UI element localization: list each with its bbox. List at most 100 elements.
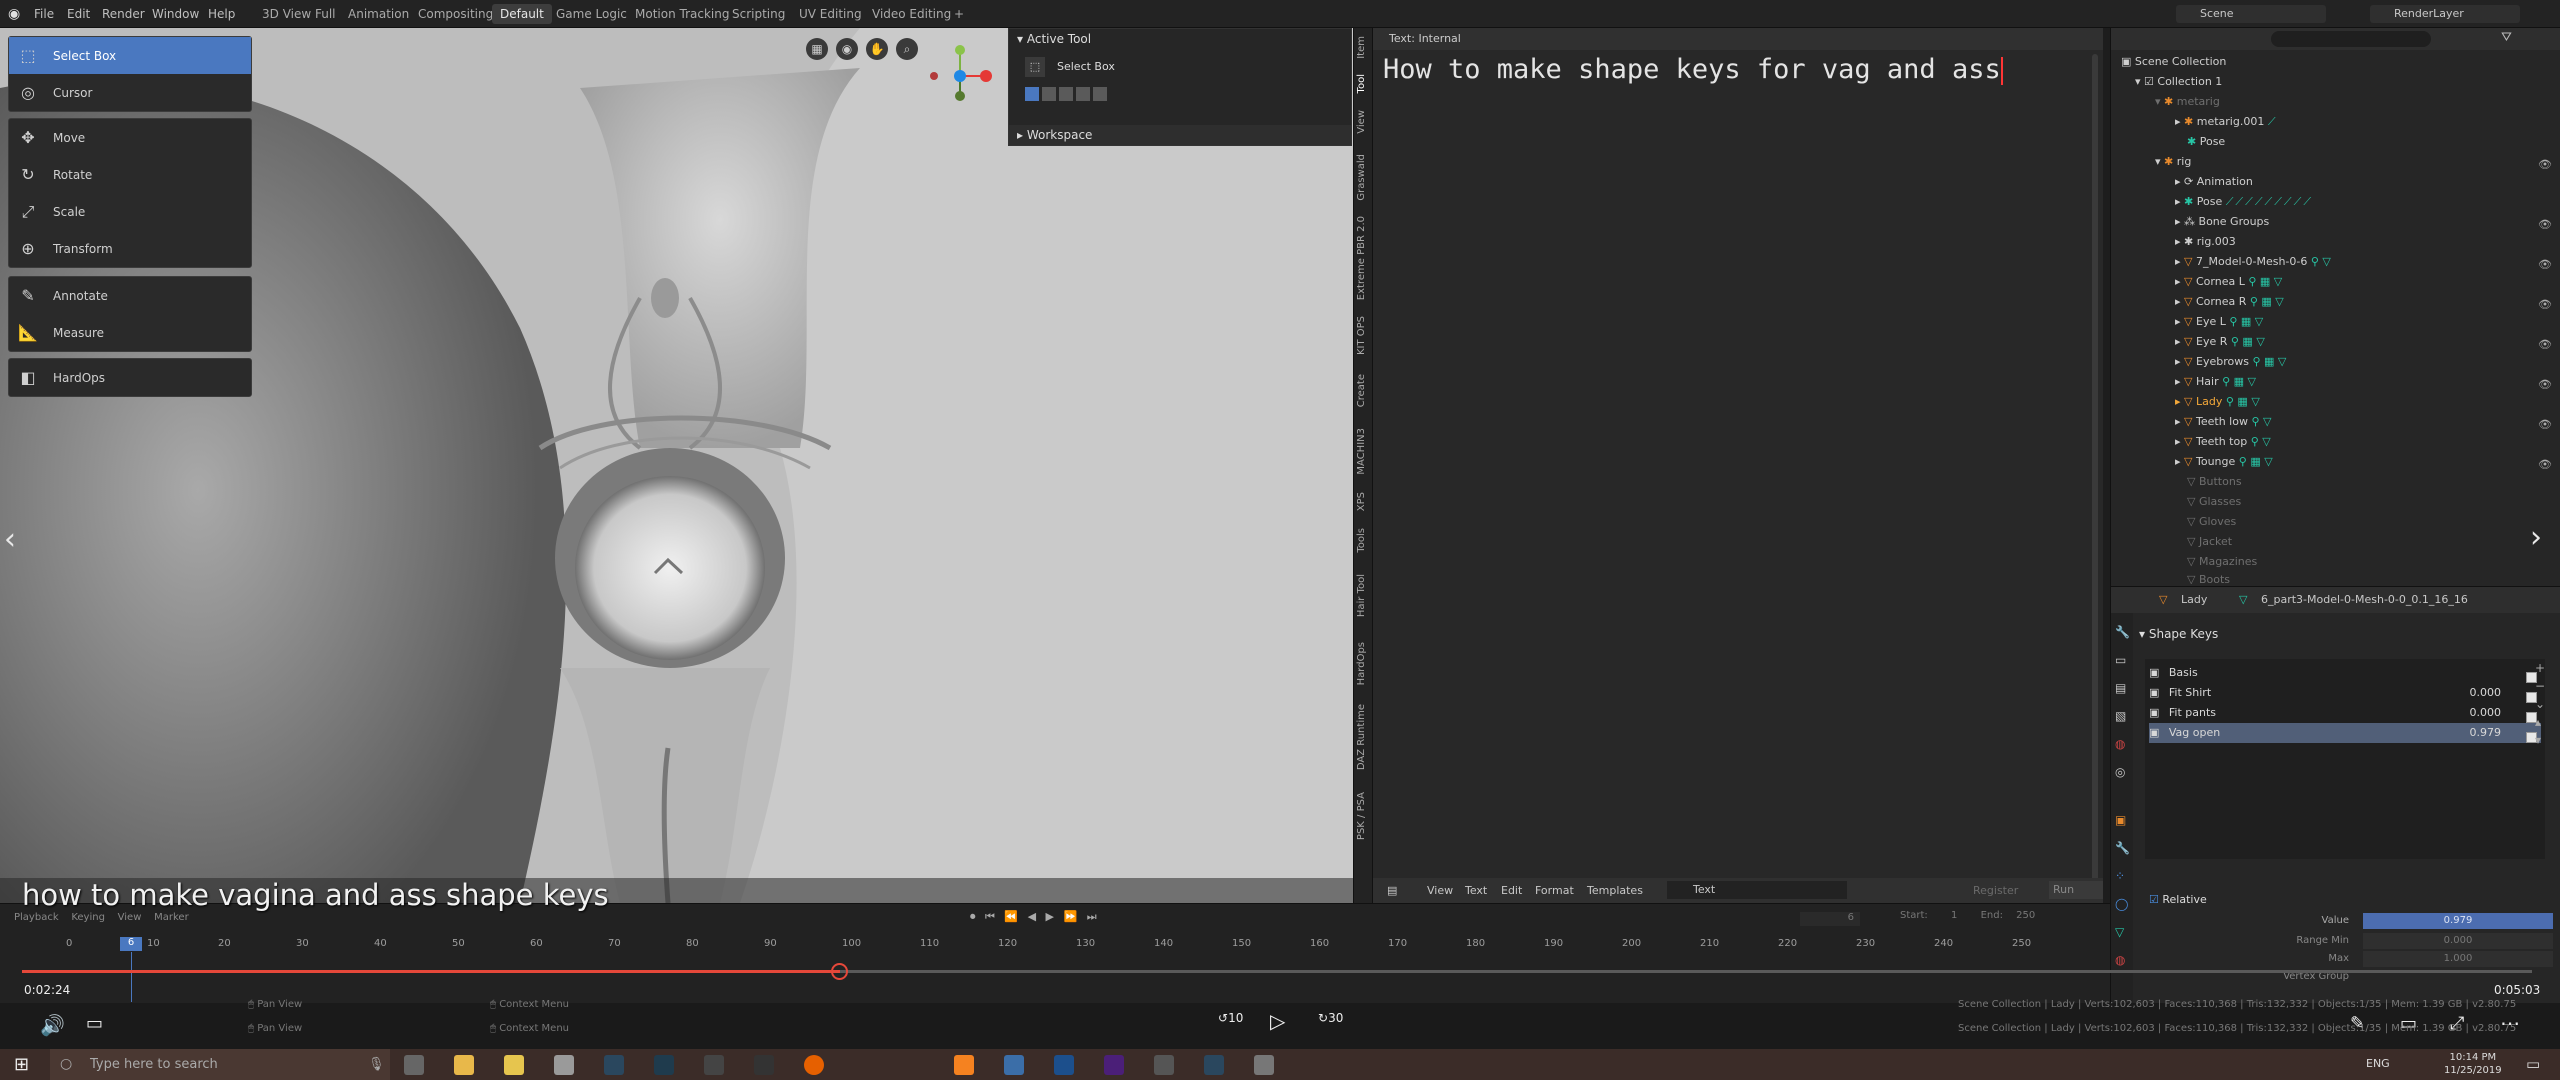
tab-xps[interactable]: XPS <box>1356 492 1372 511</box>
active-tool-header[interactable]: ▾ Active Tool <box>1017 32 1091 46</box>
menu-render[interactable]: Render <box>102 0 145 28</box>
scene-tab-icon[interactable]: ◍ <box>2115 737 2125 751</box>
outliner-row[interactable]: ▸ ▽ Teeth low ⚲ ▽ <box>2175 412 2271 432</box>
menu-keying[interactable]: Keying <box>71 912 105 923</box>
add-shape-key-button[interactable]: + <box>2535 659 2545 677</box>
value-slider[interactable]: 0.979 <box>2363 913 2553 929</box>
axis-gizmo-icon[interactable] <box>920 34 1000 114</box>
outliner-row[interactable]: ▸ ▽ 7_Model-0-Mesh-0-6 ⚲ ▽ <box>2175 252 2331 272</box>
outliner-row-active[interactable]: ▸ ▽ Lady ⚲ ▦ ▽ <box>2175 392 2260 412</box>
outliner-row[interactable]: ▸ ▽ Hair ⚲ ▦ ▽ <box>2175 372 2256 392</box>
register-checkbox[interactable]: Register <box>1973 878 2018 903</box>
move-up-icon[interactable]: ▴ <box>2535 713 2545 731</box>
task-view-icon[interactable] <box>404 1055 424 1075</box>
tool-annotate[interactable]: ✎ Annotate <box>9 277 251 314</box>
outliner-row[interactable]: ▽ Glasses <box>2187 492 2241 512</box>
workspace-tab-active[interactable]: Default <box>492 4 552 24</box>
menu-marker[interactable]: Marker <box>154 912 189 923</box>
outliner-row[interactable]: ▽ Boots <box>2187 570 2230 584</box>
zoom-icon[interactable]: ⌕ <box>896 38 918 60</box>
remove-shape-key-button[interactable]: − <box>2535 677 2545 695</box>
outliner-row[interactable]: ▾ ✱ metarig <box>2155 92 2220 112</box>
visibility-eye-icon[interactable]: 👁 <box>2538 418 2552 431</box>
start-frame-field[interactable]: 1 <box>1951 910 1957 921</box>
windows-start-icon[interactable]: ⊞ <box>14 1054 29 1075</box>
data-tab-icon[interactable]: ▽ <box>2115 925 2124 939</box>
max-field[interactable]: 1.000 <box>2363 951 2553 967</box>
visibility-eye-icon[interactable]: 👁 <box>2538 378 2552 391</box>
blender-taskbar-icon[interactable] <box>954 1055 974 1075</box>
premiere-icon[interactable] <box>1104 1055 1124 1075</box>
object-tab-icon[interactable]: ▣ <box>2115 813 2126 827</box>
shape-key-row[interactable]: ▣ Basis <box>2149 663 2541 683</box>
app-icon[interactable] <box>654 1055 674 1075</box>
current-frame-field[interactable]: 6 <box>1800 912 1860 926</box>
workspace-panel-header[interactable]: ▸ Workspace <box>1009 125 1351 145</box>
outliner-row[interactable]: ▸ ✱ rig.003 <box>2175 232 2236 252</box>
blender-logo-icon[interactable]: ◉ <box>8 0 20 28</box>
forward-button[interactable]: ↻30 <box>1318 1011 1343 1025</box>
outliner-row[interactable]: ▾ ✱ rig <box>2155 152 2191 172</box>
outliner-row[interactable]: ▸ ✱ metarig.001 ⟋ <box>2175 112 2276 132</box>
menu-playback[interactable]: Playback <box>14 912 59 923</box>
current-frame-marker[interactable]: 6 <box>120 937 142 951</box>
prev-video-arrow-icon[interactable]: ‹ <box>4 522 16 557</box>
visibility-eye-icon[interactable]: 👁 <box>2538 338 2552 351</box>
tab-hair-tool[interactable]: Hair Tool <box>1356 574 1372 617</box>
visibility-eye-icon[interactable]: 👁 <box>2538 158 2552 171</box>
workspace-tab[interactable]: Motion Tracking <box>627 4 737 24</box>
language-indicator[interactable]: ENG <box>2366 1057 2390 1070</box>
relative-checkbox[interactable]: ☑ Relative <box>2149 893 2207 906</box>
outliner-row[interactable]: ▣ Scene Collection <box>2121 52 2226 72</box>
tab-psk-psa[interactable]: PSK / PSA <box>1356 792 1372 840</box>
steam-icon[interactable] <box>604 1055 624 1075</box>
shape-key-row-selected[interactable]: ▣ Vag open 0.979 <box>2149 723 2541 743</box>
taskbar-search-box[interactable]: ○ Type here to search 🎙 <box>50 1049 390 1080</box>
modifier-tab-icon[interactable]: 🔧 <box>2115 841 2130 855</box>
rewind-button[interactable]: ↺10 <box>1218 1011 1243 1025</box>
visibility-eye-icon[interactable]: 👁 <box>2538 218 2552 231</box>
workspace-tab[interactable]: Animation <box>340 4 417 24</box>
outliner-row[interactable]: ▸ ▽ Cornea R ⚲ ▦ ▽ <box>2175 292 2284 312</box>
output-tab-icon[interactable]: ▤ <box>2115 681 2126 695</box>
add-workspace-button[interactable]: + <box>946 4 972 24</box>
3d-viewport[interactable]: ▦ ◉ ✋ ⌕ ⬚ Select Box ◎ Cursor ✥ Move ↻ Rotat… <box>0 28 1353 903</box>
menu-edit[interactable]: Edit <box>1501 878 1522 903</box>
text-file-selector[interactable]: Text <box>1667 881 1847 899</box>
tool-measure[interactable]: 📐 Measure <box>9 314 251 351</box>
outliner-row[interactable]: ▸ ▽ Eyebrows ⚲ ▦ ▽ <box>2175 352 2286 372</box>
tab-tool[interactable]: Tool <box>1356 74 1372 93</box>
select-mode-extend-icon[interactable] <box>1042 87 1056 101</box>
workspace-tab[interactable]: Game Logic <box>548 4 635 24</box>
outliner-row[interactable]: ▽ Magazines <box>2187 552 2257 572</box>
tool-cursor[interactable]: ◎ Cursor <box>9 74 251 111</box>
end-frame-field[interactable]: 250 <box>2016 910 2035 921</box>
outliner-row[interactable]: ▽ Jacket <box>2187 532 2232 552</box>
shape-key-row[interactable]: ▣ Fit Shirt 0.000 <box>2149 683 2541 703</box>
workspace-tab[interactable]: Compositing <box>410 4 501 24</box>
app-icon[interactable] <box>1254 1055 1274 1075</box>
select-mode-new-icon[interactable] <box>1025 87 1039 101</box>
volume-icon[interactable]: 🔊 <box>40 1013 65 1037</box>
tab-create[interactable]: Create <box>1356 374 1372 407</box>
workspace-tab[interactable]: UV Editing <box>791 4 870 24</box>
subtitles-icon[interactable]: ▭ <box>86 1013 103 1034</box>
text-editor-content[interactable]: How to make shape keys for vag and ass <box>1383 54 2003 85</box>
outliner-row[interactable]: ▾ ☑ Collection 1 <box>2135 72 2222 92</box>
tool-transform[interactable]: ⊕ Transform <box>9 230 251 267</box>
store-icon[interactable] <box>504 1055 524 1075</box>
photoshop-icon[interactable] <box>1054 1055 1074 1075</box>
steam-icon[interactable] <box>1204 1055 1224 1075</box>
workspace-tab[interactable]: 3D View Full <box>254 4 344 24</box>
grid-view-icon[interactable]: ▦ <box>806 38 828 60</box>
outliner[interactable]: ⛛ ▣ Scene Collection ▾ ☑ Collection 1 ▾ … <box>2110 28 2560 586</box>
outliner-row[interactable]: ✱ Pose <box>2187 132 2225 152</box>
mesh-name[interactable]: 6_part3-Model-0-Mesh-0-0_0.1_16_16 <box>2261 587 2468 613</box>
outliner-row[interactable]: ▸ ▽ Eye R ⚲ ▦ ▽ <box>2175 332 2265 352</box>
workspace-tab[interactable]: Video Editing <box>864 4 959 24</box>
editor-type-icon[interactable]: ▤ <box>1387 878 1397 903</box>
specials-menu-icon[interactable]: ⌄ <box>2535 695 2545 713</box>
app-icon[interactable] <box>1154 1055 1174 1075</box>
tab-view[interactable]: View <box>1356 110 1372 134</box>
active-tool-selector[interactable]: ⬚ Select Box <box>1025 55 1335 79</box>
